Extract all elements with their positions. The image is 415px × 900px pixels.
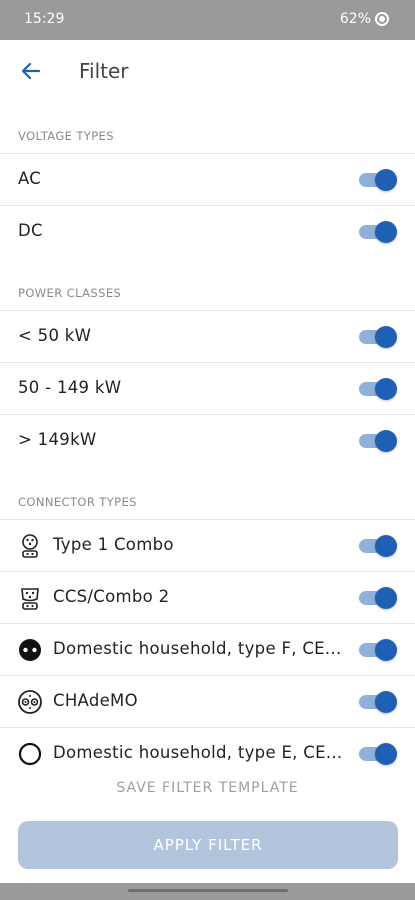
section-header-voltage: VOLTAGE TYPES <box>18 129 114 143</box>
filter-row-dc: DC <box>0 205 415 257</box>
ccs-combo2-icon <box>21 588 39 610</box>
section-header-connectors: CONNECTOR TYPES <box>18 495 137 509</box>
chademo-icon <box>18 690 42 714</box>
toggle-type-f[interactable] <box>359 639 397 661</box>
filter-row-power-lt50: < 50 kW <box>0 310 415 362</box>
filter-label: 50 - 149 kW <box>18 378 122 397</box>
filter-label: Domestic household, type F, CE... <box>53 639 342 658</box>
arrow-left-icon <box>21 62 41 80</box>
toggle-power-lt50[interactable] <box>359 326 397 348</box>
section-header-power: POWER CLASSES <box>18 286 122 300</box>
filter-row-type-f: Domestic household, type F, CE... <box>0 623 415 675</box>
schuko-plug-icon <box>19 639 41 661</box>
toggle-dc[interactable] <box>359 221 397 243</box>
filter-row-type1-combo: Type 1 Combo <box>0 519 415 571</box>
status-time: 15:29 <box>24 11 65 27</box>
filter-label: < 50 kW <box>18 326 92 345</box>
filter-label: AC <box>18 169 42 188</box>
filter-row-ccs-combo2: CCS/Combo 2 <box>0 571 415 623</box>
filter-label: CHAdeMO <box>53 691 138 710</box>
toggle-ac[interactable] <box>359 169 397 191</box>
apply-filter-label: APPLY FILTER <box>153 836 263 854</box>
save-filter-template-button[interactable]: SAVE FILTER TEMPLATE <box>0 780 415 796</box>
app-bar: Filter <box>0 40 415 102</box>
filter-label: > 149kW <box>18 430 97 449</box>
toggle-power-gt149[interactable] <box>359 430 397 452</box>
battery-indicator: 62% <box>340 11 389 27</box>
filter-label: Domestic household, type E, CE... <box>53 743 343 762</box>
toggle-type1-combo[interactable] <box>359 535 397 557</box>
battery-percent: 62% <box>339 11 371 27</box>
battery-icon <box>375 12 389 26</box>
filter-row-chademo: CHAdeMO <box>0 675 415 727</box>
filter-label: DC <box>18 221 43 240</box>
page-title: Filter <box>79 59 129 83</box>
toggle-chademo[interactable] <box>359 691 397 713</box>
filter-row-power-50-149: 50 - 149 kW <box>0 362 415 414</box>
back-button[interactable] <box>14 54 48 88</box>
apply-filter-button[interactable]: APPLY FILTER <box>18 821 398 869</box>
navigation-bar <box>0 883 415 900</box>
status-bar: 15:29 62% <box>0 0 415 40</box>
type1-combo-icon <box>22 534 38 558</box>
toggle-ccs-combo2[interactable] <box>359 587 397 609</box>
filter-label: Type 1 Combo <box>53 535 174 554</box>
filter-row-type-e: Domestic household, type E, CE... <box>0 727 415 779</box>
type-e-plug-icon <box>18 742 42 766</box>
filter-row-power-gt149: > 149kW <box>0 414 415 466</box>
home-gesture-handle[interactable] <box>128 889 288 892</box>
toggle-type-e[interactable] <box>359 743 397 765</box>
toggle-power-50-149[interactable] <box>359 378 397 400</box>
filter-row-ac: AC <box>0 153 415 205</box>
filter-label: CCS/Combo 2 <box>53 587 170 606</box>
